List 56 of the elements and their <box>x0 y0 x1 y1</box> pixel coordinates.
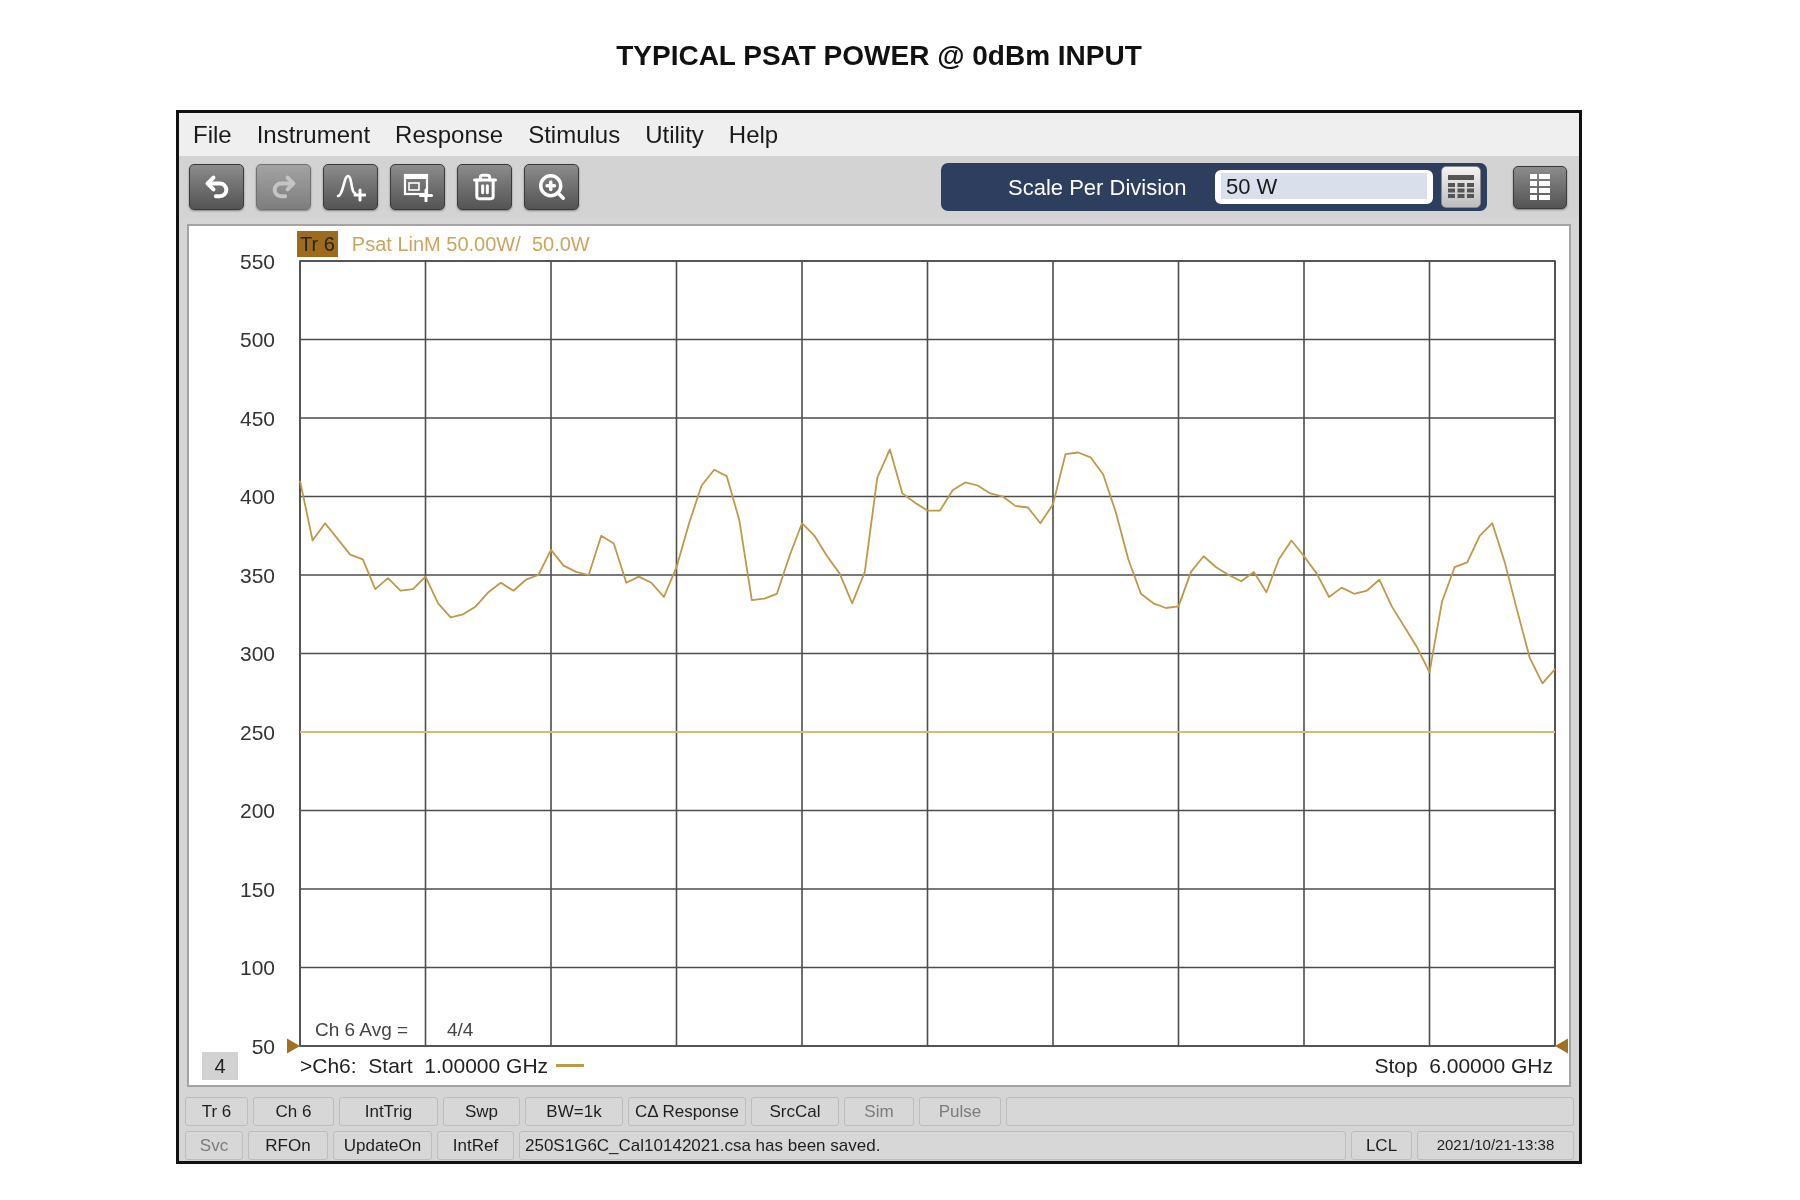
grid-icon <box>1530 174 1550 200</box>
status-message: 250S1G6C_Cal10142021.csa has been saved. <box>519 1131 1346 1160</box>
scale-input-field[interactable]: 50 W <box>1215 170 1433 204</box>
menu-item[interactable]: Instrument <box>256 119 371 150</box>
calculator-button[interactable] <box>1441 166 1481 208</box>
trash-icon <box>470 173 499 201</box>
average-value: 4/4 <box>447 1018 474 1042</box>
trace-badge: Tr 6 <box>297 230 338 257</box>
status-button[interactable]: SrcCal <box>751 1097 839 1126</box>
add-trace-button[interactable] <box>323 164 378 210</box>
zoom-in-button[interactable] <box>524 164 579 210</box>
y-axis-label: 300 <box>239 642 275 665</box>
y-axis-label: 550 <box>239 249 275 273</box>
trace-color-icon <box>556 1064 585 1067</box>
average-label: Ch 6 Avg = <box>315 1018 409 1042</box>
y-axis-label: 500 <box>239 328 275 351</box>
chart-title: TYPICAL PSAT POWER @ 0dBm INPUT <box>615 39 1143 73</box>
menu-item[interactable]: Response <box>395 119 504 150</box>
y-axis-label: 100 <box>239 956 275 979</box>
status-button[interactable]: IntRef <box>437 1131 514 1160</box>
menu-item[interactable]: Stimulus <box>528 119 621 150</box>
calculator-icon <box>1448 175 1474 199</box>
menu-item[interactable]: Help <box>728 119 779 150</box>
start-frequency: >Ch6: Start 1.00000 GHz <box>300 1052 549 1079</box>
y-axis-label: 450 <box>239 406 275 430</box>
status-button[interactable]: RFOn <box>248 1131 328 1160</box>
y-axis-label: 350 <box>239 563 275 587</box>
zoom-in-icon <box>536 172 567 202</box>
menu-item[interactable]: File <box>193 119 232 150</box>
stop-frequency: Stop 6.00000 GHz <box>1374 1052 1553 1079</box>
y-axis-label: 50 <box>251 1034 275 1058</box>
status-indicator: LCL <box>1351 1131 1412 1160</box>
status-button[interactable]: BW=1k <box>525 1097 623 1126</box>
reference-marker-icon <box>1555 1038 1568 1054</box>
status-button[interactable]: UpdateOn <box>333 1131 432 1160</box>
scale-label: Scale Per Division <box>1008 173 1187 202</box>
grid-menu-button[interactable] <box>1513 165 1567 209</box>
undo-button[interactable] <box>189 164 244 210</box>
reference-marker-icon <box>287 1038 300 1054</box>
curve-plus-icon <box>335 172 366 202</box>
status-button[interactable]: CΔ Response <box>628 1097 746 1126</box>
menu-item[interactable]: Utility <box>645 119 704 150</box>
trace-label: Psat LinM 50.00W/ 50.0W <box>351 231 590 257</box>
window-plus-icon <box>402 172 433 202</box>
y-axis-label: 150 <box>239 877 275 901</box>
y-axis-label: 200 <box>239 799 275 822</box>
status-button[interactable]: IntTrig <box>339 1097 438 1126</box>
add-channel-button[interactable] <box>390 164 445 210</box>
y-axis-label: 400 <box>239 485 275 508</box>
status-clock: 2021/10/21-13:38 <box>1417 1131 1574 1160</box>
status-button[interactable]: Tr 6 <box>185 1097 248 1126</box>
y-axis-label: 250 <box>239 720 275 744</box>
window-number-badge: 4 <box>202 1051 238 1080</box>
status-button[interactable]: Swp <box>443 1097 520 1126</box>
status-button[interactable]: Ch 6 <box>253 1097 334 1126</box>
delete-button[interactable] <box>457 164 512 210</box>
